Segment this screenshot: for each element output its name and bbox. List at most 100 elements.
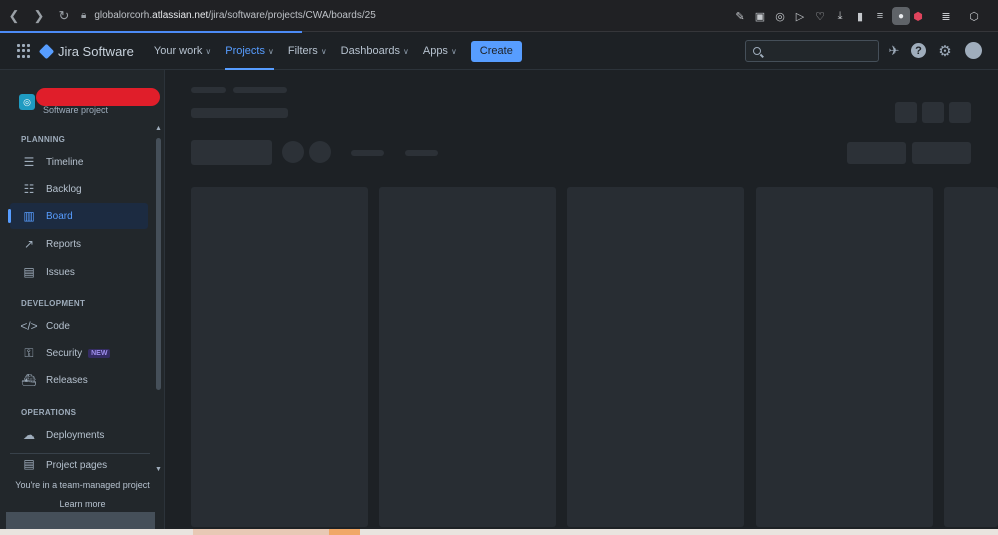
url-host: atlassian.net xyxy=(152,10,209,21)
reports-chart-icon: ↗ xyxy=(23,237,35,251)
skeleton-filter-2 xyxy=(405,150,438,156)
sidebar-item-code[interactable]: </> Code xyxy=(10,313,148,339)
sidebar-item-deployments[interactable]: ☁ Deployments xyxy=(10,422,148,448)
arrow-left-icon: ❮ xyxy=(8,7,20,23)
new-badge: NEW xyxy=(88,348,111,358)
jira-top-nav: Jira Software Your work ∨ Projects ∨ Filte… xyxy=(0,33,998,70)
sidebar-item-label: Security xyxy=(46,347,83,359)
app-switcher-icon[interactable] xyxy=(17,44,31,58)
address-bar[interactable]: 🔒︎ globalorcorh. atlassian.net/jira/softw… xyxy=(81,4,781,28)
nav-apps[interactable]: Apps ∨ xyxy=(423,33,457,70)
nav-filters-label: Filters xyxy=(287,45,318,57)
extensions: ⬢ ≣ ⬡ xyxy=(908,6,984,26)
skeleton-action-3 xyxy=(949,102,971,123)
nav-your-work-label: Your work xyxy=(153,45,203,57)
reload-button[interactable]: ↻ xyxy=(53,5,75,27)
extension-icon[interactable]: ⬢ xyxy=(908,6,928,26)
sidebar-item-reports[interactable]: ↗ Reports xyxy=(10,231,148,257)
project-sidebar: ◎ Software project ▲ ▼ PLANNING ☰ Timelin… xyxy=(0,70,165,535)
nav-dashboards-label: Dashboards xyxy=(340,45,400,57)
skeleton-column-4 xyxy=(756,187,933,527)
sidebar-item-label: Code xyxy=(46,320,70,332)
chevron-down-icon: ∨ xyxy=(450,46,457,56)
camera-icon[interactable]: ▣ xyxy=(750,6,770,26)
skeleton-column-1 xyxy=(191,187,368,527)
taskbar-item xyxy=(193,529,329,535)
settings-gear-icon[interactable]: ⚙ xyxy=(937,43,953,60)
search-box[interactable] xyxy=(745,40,879,62)
skeleton-filter-1 xyxy=(351,150,384,156)
search-input[interactable] xyxy=(765,45,875,57)
section-operations: OPERATIONS xyxy=(21,408,77,417)
arrow-right-icon: ❯ xyxy=(33,7,45,23)
create-button[interactable]: Create xyxy=(470,40,522,62)
scroll-up-arrow-icon[interactable]: ▲ xyxy=(155,125,162,132)
chevron-down-icon: ∨ xyxy=(320,46,327,56)
shield-icon[interactable]: ◎ xyxy=(770,6,790,26)
sidebar-item-releases[interactable]: ⛴ Releases xyxy=(10,367,148,393)
lock-icon: 🔒︎ xyxy=(81,10,87,21)
notifications-rocket-icon[interactable]: ✈ xyxy=(886,43,902,59)
reload-icon: ↻ xyxy=(58,7,70,23)
sidebar-item-label: Releases xyxy=(46,374,88,386)
team-managed-note: You're in a team-managed project xyxy=(15,480,150,490)
menu-lines-icon[interactable]: ≡ xyxy=(870,6,890,26)
pages-icon: ▤ xyxy=(23,459,35,471)
sidebar-item-label: Timeline xyxy=(46,156,84,168)
nav-your-work[interactable]: Your work ∨ xyxy=(154,33,211,70)
sidebar-item-label: Deployments xyxy=(46,429,105,441)
heart-icon[interactable]: ♡ xyxy=(810,6,830,26)
skeleton-action-1 xyxy=(895,102,917,123)
url-prefix: globalorcorh. xyxy=(94,10,153,21)
redacted-project-name xyxy=(36,88,160,106)
edit-icon[interactable]: ✎ xyxy=(730,6,750,26)
browser-toolbar: ❮ ❯ ↻ 🔒︎ globalorcorh. atlassian.net/jira… xyxy=(0,0,998,32)
scroll-down-arrow-icon[interactable]: ▼ xyxy=(155,466,162,473)
skeleton-column-5 xyxy=(944,187,998,527)
nav-dashboards[interactable]: Dashboards ∨ xyxy=(341,33,409,70)
timeline-icon: ☰ xyxy=(23,155,35,169)
learn-more-link[interactable]: Learn more xyxy=(0,499,165,509)
nav-projects[interactable]: Projects ∨ xyxy=(225,33,274,70)
sidebar-scrollbar[interactable] xyxy=(156,138,161,390)
download-icon[interactable]: ⤓ xyxy=(830,6,850,26)
skeleton-breadcrumb-1 xyxy=(191,87,226,93)
sidebar-item-board[interactable]: ▥ Board xyxy=(8,203,148,229)
logo-text: Jira Software xyxy=(58,43,134,59)
project-header[interactable]: ◎ xyxy=(19,94,35,110)
skeleton-search-filter xyxy=(191,140,272,165)
cube-icon[interactable]: ⬡ xyxy=(964,6,984,26)
help-icon[interactable]: ? xyxy=(911,43,926,58)
sidebar-item-label: Backlog xyxy=(46,183,82,195)
play-icon[interactable]: ▷ xyxy=(790,6,810,26)
forward-button[interactable]: ❯ xyxy=(28,5,50,27)
sidebar-item-timeline[interactable]: ☰ Timeline xyxy=(10,149,148,175)
nav-filters[interactable]: Filters ∨ xyxy=(288,33,327,70)
sidebar-icon[interactable]: ≣ xyxy=(936,6,956,26)
back-button[interactable]: ❮ xyxy=(3,5,25,27)
sidebar-item-label: Board xyxy=(46,210,73,222)
os-taskbar-strip xyxy=(0,529,998,535)
skeleton-breadcrumb-2 xyxy=(233,87,287,93)
jira-logo[interactable]: Jira Software xyxy=(38,43,134,59)
chevron-down-icon: ∨ xyxy=(205,46,212,56)
user-avatar[interactable] xyxy=(965,42,982,59)
sidebar-item-project-pages[interactable]: ▤ Project pages xyxy=(10,459,148,471)
sidebar-item-security[interactable]: ⚿ Security NEW xyxy=(10,340,148,366)
sidebar-item-backlog[interactable]: ☷ Backlog xyxy=(10,176,148,202)
taskbar-item-active xyxy=(329,529,360,535)
section-planning: PLANNING xyxy=(21,135,66,144)
battery-icon[interactable]: ▮ xyxy=(850,6,870,26)
cloud-upload-icon: ☁ xyxy=(23,428,35,442)
lock-icon: ⚿ xyxy=(24,345,34,360)
sidebar-divider xyxy=(10,453,150,454)
skeleton-title xyxy=(191,108,288,118)
skeleton-group-by xyxy=(847,142,906,164)
sidebar-item-label: Issues xyxy=(46,266,75,278)
sidebar-bottom-bar xyxy=(6,512,155,529)
backlog-icon: ☷ xyxy=(23,182,35,196)
sidebar-item-issues[interactable]: ▤ Issues xyxy=(10,259,148,285)
skeleton-column-2 xyxy=(379,187,556,527)
project-type: Software project xyxy=(43,105,109,115)
sidebar-item-label: Project pages xyxy=(46,460,108,471)
